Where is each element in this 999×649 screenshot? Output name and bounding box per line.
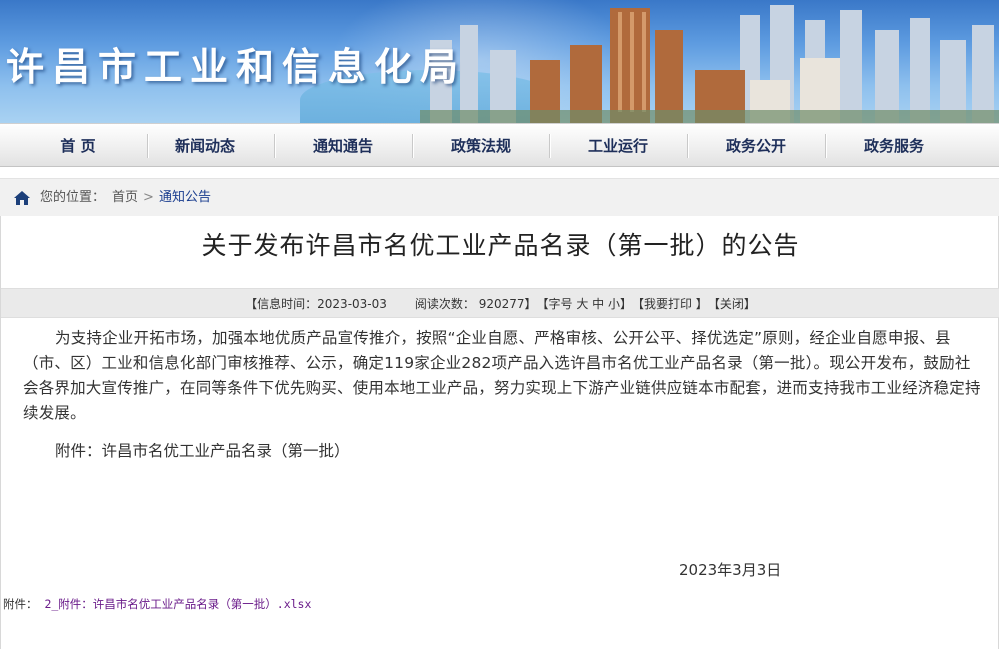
nav-industry-operation[interactable]: 工业运行 [549, 124, 687, 168]
view-count: 阅读次数： 920277】 [414, 297, 537, 311]
nav-news[interactable]: 新闻动态 [136, 124, 274, 168]
print-link[interactable]: 【我要打印 】 [632, 289, 708, 319]
article-body: 为支持企业开拓市场，加强本地优质产品宣传推介，按照“企业自愿、严格审核、公开公平… [23, 329, 981, 422]
site-title: 许昌市工业和信息化局 [6, 45, 467, 89]
nav-government-services[interactable]: 政务服务 [825, 124, 963, 168]
nav-policies[interactable]: 政策法规 [412, 124, 550, 168]
nav-home[interactable]: 首 页 [9, 124, 147, 168]
nav-notices[interactable]: 通知通告 [274, 124, 412, 168]
article-date: 2023年3月3日 [679, 561, 782, 579]
attachment-file-label: 附件： [3, 597, 38, 611]
article-meta-bar: 【信息时间：2023-03-03 阅读次数： 920277】【字号 大 中 小】【… [1, 288, 999, 318]
breadcrumb-home-link[interactable]: 首页 [112, 179, 138, 217]
main-nav: 首 页 新闻动态 通知通告 政策法规 工业运行 政务公开 政务服务 [0, 123, 999, 167]
close-link[interactable]: 【关闭】 [708, 289, 756, 319]
breadcrumb-current-link[interactable]: 通知公告 [159, 179, 211, 217]
article-container: 关于发布许昌市名优工业产品名录（第一批）的公告 【信息时间：2023-03-03… [0, 216, 999, 649]
breadcrumb-label: 您的位置： [40, 190, 106, 205]
home-icon [14, 191, 30, 205]
breadcrumb: 您的位置： 首页 > 通知公告 [0, 178, 999, 216]
font-size-control[interactable]: 【字号 大 中 小】 [537, 289, 632, 319]
nav-government-affairs[interactable]: 政务公开 [687, 124, 825, 168]
attachment-file-row: 附件： 2_附件：许昌市名优工业产品名录（第一批）.xlsx [3, 596, 311, 612]
header-banner: 许昌市工业和信息化局 [0, 0, 999, 123]
breadcrumb-separator: > [143, 190, 154, 205]
article-title: 关于发布许昌市名优工业产品名录（第一批）的公告 [201, 231, 800, 260]
banner-cityscape-image [420, 5, 999, 123]
attachment-text: 附件：许昌市名优工业产品名录（第一批） [55, 442, 350, 460]
publish-time: 【信息时间：2023-03-03 [245, 297, 387, 311]
attachment-file-link[interactable]: 2_附件：许昌市名优工业产品名录（第一批）.xlsx [44, 597, 311, 611]
